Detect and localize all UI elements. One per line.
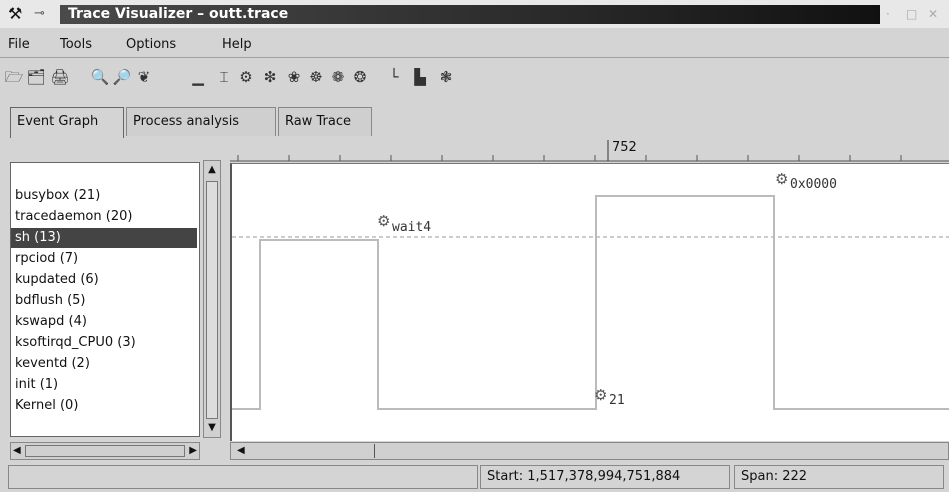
scroll-left-icon[interactable]: ◀ xyxy=(237,443,245,459)
scroll-left-icon[interactable]: ◀ xyxy=(13,443,21,459)
event-trace-path xyxy=(232,195,949,410)
filter-icon[interactable]: ❦ xyxy=(134,66,154,88)
time-ruler: 752 xyxy=(230,140,949,162)
gear-icon[interactable]: ⚙ xyxy=(236,66,256,88)
swirl-icon: ⚙ xyxy=(594,386,607,404)
stats-icon[interactable]: ❃ xyxy=(436,66,456,88)
event-21-label: 21 xyxy=(609,393,625,408)
print-icon[interactable]: 🖨 xyxy=(50,66,70,88)
status-message xyxy=(8,465,478,489)
title-bar: ⚒ ⊸ Trace Visualizer – outt.trace · □ ✕ xyxy=(0,0,949,28)
open-folder-icon[interactable]: 🗂 xyxy=(26,66,46,88)
process-list-item[interactable]: ksoftirqd_CPU0 (3) xyxy=(11,333,197,353)
process-list-horizontal-scrollbar[interactable]: ◀ ▶ xyxy=(10,442,200,460)
tab-raw-trace[interactable]: Raw Trace xyxy=(278,107,372,136)
event-0x0000-label: 0x0000 xyxy=(790,177,837,192)
cursor-icon[interactable]: ⌶ xyxy=(214,66,234,88)
process-list-item[interactable]: tracedaemon (20) xyxy=(11,207,197,227)
event-graph-svg: ⚙ wait4 ⚙ 21 ⚙ 0x0000 xyxy=(232,170,949,410)
zoom-out-icon[interactable]: 🔎 xyxy=(112,66,132,88)
process-list-item[interactable]: rpciod (7) xyxy=(11,249,197,269)
gear-icon: ⚙ xyxy=(377,212,390,230)
tab-event-graph[interactable]: Event Graph xyxy=(10,107,124,138)
toolbar: 🗁 🗂 🖨 🔍 🔎 ❦ ▁ ⌶ ⚙ ❇ ❀ ☸ ❁ ❂ └ ▙ ❃ xyxy=(0,64,949,92)
scroll-thumb[interactable] xyxy=(206,181,218,419)
event-0x0000-marker[interactable]: ⚙ 0x0000 xyxy=(775,170,837,192)
event-21-marker[interactable]: ⚙ 21 xyxy=(594,386,625,408)
menu-help[interactable]: Help xyxy=(222,37,252,53)
scroll-thumb[interactable] xyxy=(25,445,185,457)
process-list-item[interactable]: Kernel (0) xyxy=(11,396,197,416)
process-list-item[interactable]: keventd (2) xyxy=(11,354,197,374)
scroll-thumb[interactable] xyxy=(235,444,375,458)
close-icon[interactable]: ✕ xyxy=(928,6,938,22)
menu-file[interactable]: File xyxy=(8,37,30,53)
status-span: Span: 222 xyxy=(734,465,944,489)
process-list[interactable]: busybox (21) tracedaemon (20) sh (13) rpcio… xyxy=(10,162,200,437)
process-list-item[interactable]: kswapd (4) xyxy=(11,312,197,332)
process-list-item[interactable]: kupdated (6) xyxy=(11,270,197,290)
status-bar: Start: 1,517,378,994,751,884 Span: 222 xyxy=(0,462,949,492)
ruler-ticks xyxy=(230,140,949,162)
scroll-down-icon[interactable]: ▼ xyxy=(205,420,219,436)
pin-icon[interactable]: ⊸ xyxy=(34,5,45,23)
minimize-icon[interactable]: · xyxy=(886,6,890,22)
maximize-icon[interactable]: □ xyxy=(906,6,917,22)
process-list-item[interactable]: init (1) xyxy=(11,375,197,395)
scroll-up-icon[interactable]: ▲ xyxy=(205,162,219,178)
menu-options[interactable]: Options xyxy=(126,37,176,53)
lightning-icon[interactable]: ❇ xyxy=(260,66,280,88)
process-list-item[interactable]: sh (13) xyxy=(11,228,197,248)
settings-event-icon[interactable]: ❂ xyxy=(350,66,370,88)
flow-icon[interactable]: ❀ xyxy=(284,66,304,88)
scroll-right-icon[interactable]: ▶ xyxy=(189,443,197,459)
process-list-vertical-scrollbar[interactable]: ▲ ▼ xyxy=(203,160,221,438)
zoom-in-icon[interactable]: 🔍 xyxy=(90,66,110,88)
window-title: Trace Visualizer – outt.trace xyxy=(68,6,289,22)
goto-event-icon[interactable]: ❁ xyxy=(328,66,348,88)
event-graph-canvas[interactable]: ⚙ wait4 ⚙ 21 ⚙ 0x0000 xyxy=(230,163,949,441)
menu-tools[interactable]: Tools xyxy=(60,37,92,53)
histogram-icon[interactable]: ▙ xyxy=(410,66,430,88)
axis-icon[interactable]: └ xyxy=(384,66,404,88)
search-event-icon[interactable]: ☸ xyxy=(306,66,326,88)
arrow-event-icon: ⚙ xyxy=(775,170,788,188)
tab-process-analysis[interactable]: Process analysis xyxy=(126,107,276,136)
menu-bar: File Tools Options Help xyxy=(0,32,949,58)
process-list-item[interactable]: busybox (21) xyxy=(11,186,197,206)
event-graph-horizontal-scrollbar[interactable]: ◀ xyxy=(230,442,949,460)
status-start: Start: 1,517,378,994,751,884 xyxy=(480,465,730,489)
open-file-icon[interactable]: 🗁 xyxy=(4,66,24,88)
app-logo-icon[interactable]: ⚒ xyxy=(8,5,28,23)
wait4-event-label: wait4 xyxy=(392,220,431,235)
graph-icon[interactable]: ▁ xyxy=(188,66,208,88)
wait4-event-marker[interactable]: ⚙ wait4 xyxy=(377,212,431,235)
process-list-item[interactable]: bdflush (5) xyxy=(11,291,197,311)
ruler-time-label: 752 xyxy=(612,140,637,155)
